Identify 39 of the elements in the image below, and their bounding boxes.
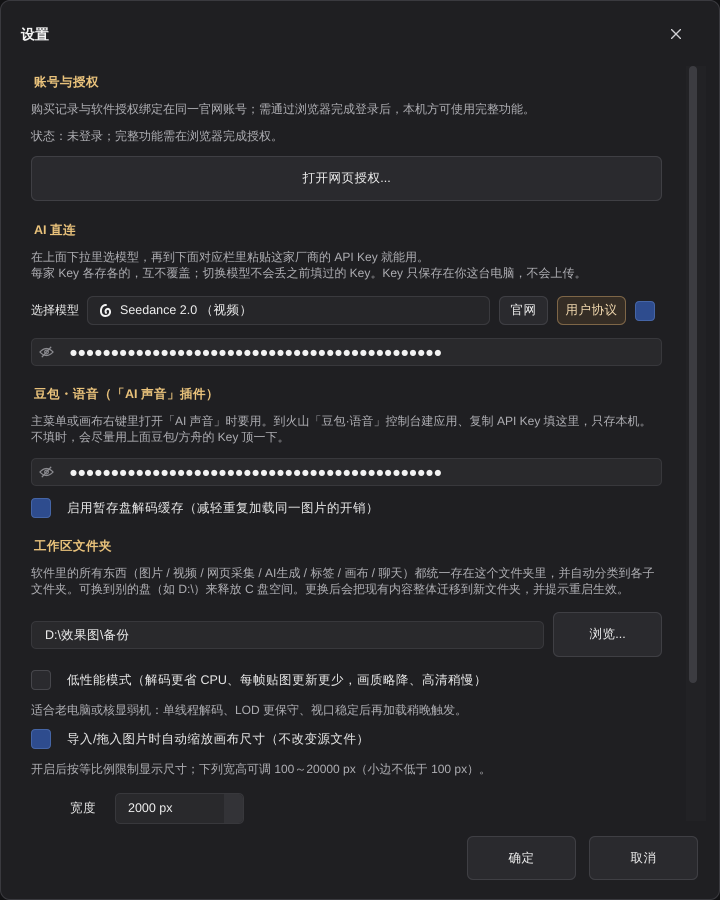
section-heading: 工作区文件夹	[34, 538, 113, 555]
link-button[interactable]: 用户协议	[557, 296, 626, 325]
api-key-field[interactable]: ●●●●●●●●●●●●●●●●●●●●●●●●●●●●●●●●●●●●●●●●●●●●●	[31, 338, 662, 366]
description-text: 适合老电脑或核显弱机：单线程解码、LOD 更保守、视口稳定后再加载稍晚触发。	[31, 702, 468, 718]
close-icon[interactable]	[671, 28, 681, 38]
checkbox[interactable]	[31, 670, 51, 690]
description-text: 软件里的所有东西（图片 / 视频 / 网页采集 / AI生成 / 标签 / 画布 / 聊天）都统一存在这个文件夹里，并自动分类到各子文件夹。可换到别的盘（如 D:\）来释放 C 盘空间。更换后会把现有内容整体迁移到新文件夹，并提示重启生效。	[31, 565, 656, 597]
browse-button[interactable]: 浏览...	[553, 612, 662, 657]
field-label: 宽度	[70, 800, 95, 817]
checkbox[interactable]	[635, 300, 655, 320]
checkbox[interactable]	[31, 729, 51, 749]
cancel-button[interactable]: 取消	[589, 836, 698, 880]
width-field[interactable]: 2000 px	[115, 793, 244, 824]
link-button[interactable]: 官网	[499, 296, 548, 325]
dialog-title: 设置	[21, 24, 49, 42]
checkbox-label[interactable]: 启用暂存盘解码缓存（减轻重复加载同一图片的开销）	[67, 500, 379, 516]
confirm-button[interactable]: 确定	[467, 836, 576, 880]
description-text: 在上面下拉里选模型，再到下面对应栏里粘贴这家厂商的 API Key 就能用。	[31, 249, 430, 265]
description-text: 每家 Key 各存各的，互不覆盖；切换模型不会丢之前填过的 Key。Key 只保存在你这台电脑，不会上传。	[31, 265, 588, 281]
section-heading: 账号与授权	[34, 74, 100, 91]
checkbox-label[interactable]: 导入/拖入图片时自动缩放画布尺寸（不改变源文件）	[67, 730, 370, 748]
checkbox-label[interactable]: 低性能模式（解码更省 CPU、每帧贴图更新更少，画质略降、高清稍慢）	[67, 672, 487, 688]
description-text: 状态：未登录；完整功能需在浏览器完成授权。	[31, 128, 284, 144]
description-text: 开启后按等比例限制显示尺寸；下列宽高可调 100～20000 px（小边不低于 100 px）。	[31, 761, 492, 777]
eye-slash-icon[interactable]	[39, 466, 54, 478]
section-heading: AI 直连	[34, 222, 77, 239]
checkbox[interactable]	[31, 498, 51, 518]
api-key-field[interactable]: ●●●●●●●●●●●●●●●●●●●●●●●●●●●●●●●●●●●●●●●●●●●●●	[31, 458, 662, 486]
description-text: 不填时，会尽量用上面豆包/方舟的 Key 顶一下。	[31, 429, 291, 445]
authorize-button[interactable]: 打开网页授权...	[31, 156, 662, 201]
spiral-icon	[100, 304, 111, 317]
description-text: 主菜单或画布右键里打开「AI 声音」时要用。到火山「豆包·语音」控制台建应用、复制 API Key 填这里，只存本机。	[31, 413, 653, 429]
model-dropdown[interactable]: Seedance 2.0 （视频）	[87, 296, 490, 325]
scrollbar-thumb[interactable]	[689, 66, 697, 683]
field-label: 选择模型	[31, 302, 79, 319]
eye-slash-icon[interactable]	[39, 346, 54, 358]
description-text: 购买记录与软件授权绑定在同一官网账号；需通过浏览器完成登录后，本机方可使用完整功能。	[31, 101, 536, 117]
section-heading: 豆包・语音（「AI 声音」插件）	[34, 386, 220, 403]
folder-path-field[interactable]: D:\效果图\备份	[31, 620, 544, 648]
